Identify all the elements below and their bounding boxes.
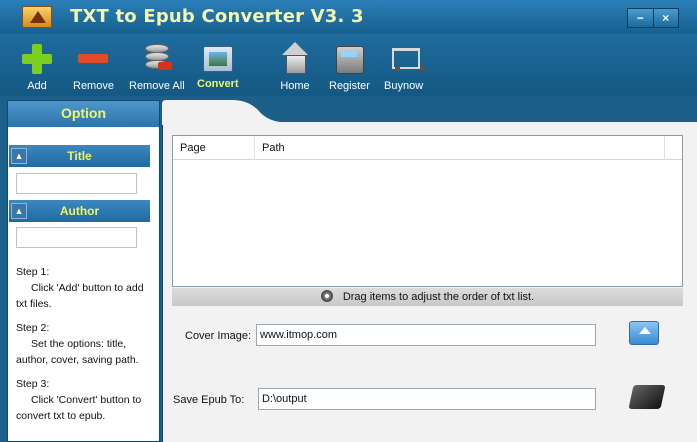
title-section-label: Title xyxy=(67,149,92,163)
collapse-icon: ▲ xyxy=(11,148,27,164)
cover-image-field[interactable] xyxy=(256,324,596,346)
option-header: Option xyxy=(8,101,159,127)
title-section-header[interactable]: ▲ Title xyxy=(9,145,150,167)
step-text: Set the options: title, author, cover, s… xyxy=(16,338,139,366)
minimize-button[interactable]: − xyxy=(628,9,654,27)
instructions: Step 1: Click 'Add' button to add txt fi… xyxy=(16,264,156,432)
cover-image-label: Cover Image: xyxy=(185,330,252,342)
save-epub-label: Save Epub To: xyxy=(173,394,245,406)
step-label: Step 1: xyxy=(16,266,50,278)
column-path[interactable]: Path xyxy=(255,136,665,160)
buynow-button[interactable]: Buynow xyxy=(384,42,425,92)
window-title: TXT to Epub Converter V3. 3 xyxy=(70,6,364,27)
register-button[interactable]: Register xyxy=(329,42,370,92)
option-panel: Option ▲ Title ▲ Author Step 1: Click 'A… xyxy=(7,100,160,442)
save-path-field[interactable] xyxy=(258,388,596,410)
step-2: Step 2: Set the options: title, author, … xyxy=(16,320,156,368)
author-section-label: Author xyxy=(59,204,100,218)
buynow-label: Buynow xyxy=(384,80,424,92)
remove-all-icon xyxy=(140,42,174,74)
author-section-header[interactable]: ▲ Author xyxy=(9,200,150,222)
author-field[interactable] xyxy=(16,227,137,248)
home-icon xyxy=(278,42,312,74)
cart-icon xyxy=(387,42,425,74)
add-icon xyxy=(20,42,54,74)
step-1: Step 1: Click 'Add' button to add txt fi… xyxy=(16,264,156,312)
home-button[interactable]: Home xyxy=(278,42,312,92)
browse-output-icon[interactable] xyxy=(628,385,666,409)
app-logo-icon xyxy=(22,6,52,28)
drag-hint-text: Drag items to adjust the order of txt li… xyxy=(342,291,535,303)
convert-icon xyxy=(202,46,233,72)
browse-folder-icon[interactable] xyxy=(629,321,659,345)
main-panel: Page Path Drag items to adjust the order… xyxy=(162,125,697,442)
convert-button[interactable]: Convert xyxy=(197,42,239,90)
main-panel-tab xyxy=(162,100,697,126)
remove-all-label: Remove All xyxy=(129,80,185,92)
home-label: Home xyxy=(280,80,310,92)
step-text: Click 'Convert' button to convert txt to… xyxy=(16,394,142,422)
convert-label: Convert xyxy=(197,78,239,90)
drag-hint-bar: Drag items to adjust the order of txt li… xyxy=(172,288,683,306)
title-field[interactable] xyxy=(16,173,137,194)
toolbar: Add Remove Remove All Convert Home Regis… xyxy=(0,34,697,96)
window-controls: − × xyxy=(627,8,679,28)
register-icon xyxy=(332,42,366,74)
remove-icon xyxy=(76,42,110,74)
register-label: Register xyxy=(329,80,370,92)
step-3: Step 3: Click 'Convert' button to conver… xyxy=(16,376,156,424)
title-bar: TXT to Epub Converter V3. 3 − × xyxy=(0,0,697,34)
remove-button[interactable]: Remove xyxy=(73,42,114,92)
collapse-icon: ▲ xyxy=(11,203,27,219)
remove-label: Remove xyxy=(73,80,114,92)
file-list[interactable]: Page Path xyxy=(172,135,683,287)
column-page[interactable]: Page xyxy=(173,136,255,160)
drag-icon xyxy=(320,290,333,302)
add-label: Add xyxy=(27,80,47,92)
remove-all-button[interactable]: Remove All xyxy=(129,42,185,92)
add-button[interactable]: Add xyxy=(20,42,54,92)
list-header: Page Path xyxy=(173,136,682,160)
step-text: Click 'Add' button to add txt files. xyxy=(16,282,144,310)
close-button[interactable]: × xyxy=(654,9,679,27)
step-label: Step 3: xyxy=(16,378,50,390)
step-label: Step 2: xyxy=(16,322,50,334)
